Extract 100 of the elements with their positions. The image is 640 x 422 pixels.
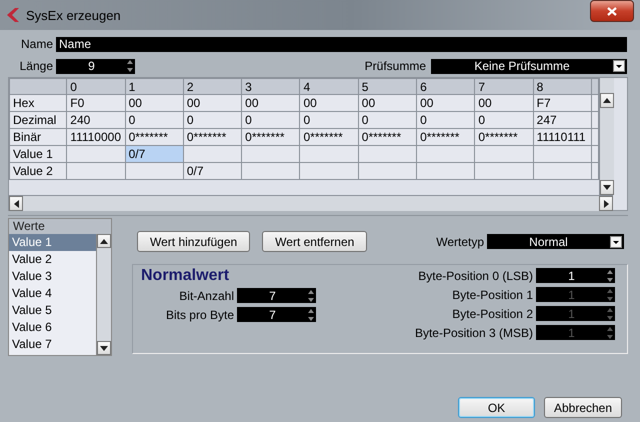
field-label: Bit-Anzahl	[179, 288, 235, 302]
panel-heading: Normalwert	[141, 267, 230, 286]
column-header[interactable]: 4	[300, 78, 358, 94]
close-icon	[607, 6, 617, 16]
table-cell[interactable]: 0	[358, 112, 417, 128]
field-label: Byte-Position 1	[452, 288, 534, 302]
length-field[interactable]: 9	[56, 58, 135, 74]
number-field[interactable]: 7	[237, 288, 316, 303]
table-cell[interactable]: 0/7	[183, 162, 242, 180]
field-label: Byte-Position 0 (LSB)	[418, 268, 534, 282]
table-cell[interactable]: F0	[66, 94, 126, 112]
value-type-dropdown[interactable]: Normal	[487, 234, 624, 249]
table-cell[interactable]	[242, 162, 300, 180]
add-value-button[interactable]: Wert hinzufügen	[137, 231, 250, 252]
values-list[interactable]: Werte Value 1 Value 2 Value 3 Value 4 Value 5 Value 6 Value 7	[8, 218, 112, 356]
checksum-label: Prüfsumme	[364, 59, 427, 73]
table-cell[interactable]: 0*******	[474, 128, 534, 146]
table-cell[interactable]: 0	[474, 112, 534, 128]
scroll-down-icon[interactable]	[100, 346, 108, 350]
scroll-right-icon[interactable]	[604, 200, 608, 208]
table-cell[interactable]	[416, 146, 475, 162]
table-cell[interactable]: 0/7	[125, 146, 184, 162]
table-cell[interactable]: 0*******	[416, 128, 475, 146]
column-header[interactable]: 5	[358, 78, 417, 94]
list-item[interactable]: Value 1	[9, 234, 96, 251]
column-header[interactable]: 2	[183, 78, 242, 94]
table-cell[interactable]: 240	[66, 112, 126, 128]
table-cell[interactable]	[358, 146, 417, 162]
horizontal-scrollbar[interactable]	[9, 195, 613, 211]
table-cell[interactable]	[183, 146, 242, 162]
number-field[interactable]: 1	[536, 268, 615, 283]
list-item[interactable]: Value 3	[9, 268, 96, 285]
table-cell[interactable]	[533, 146, 592, 162]
table-cell[interactable]: 247	[533, 112, 592, 128]
cancel-button[interactable]: Abbrechen	[544, 397, 622, 418]
table-cell[interactable]	[474, 162, 534, 180]
spin-arrows-icon[interactable]	[127, 59, 133, 73]
table-cell[interactable]: 00	[183, 94, 242, 112]
table-cell[interactable]: 00	[474, 94, 534, 112]
table-cell[interactable]: 00	[300, 94, 358, 112]
list-item[interactable]: Value 5	[9, 302, 96, 319]
app-logo-icon	[6, 7, 20, 23]
column-header[interactable]: 7	[474, 78, 534, 94]
vertical-scrollbar[interactable]	[599, 78, 614, 195]
table-cell[interactable]	[66, 162, 126, 180]
table-cell[interactable]: 11110000	[66, 128, 126, 146]
column-header[interactable]: 6	[416, 78, 475, 94]
field-label: Bits pro Byte	[166, 308, 235, 322]
table-cell[interactable]	[358, 162, 417, 180]
column-header[interactable]: 0	[66, 78, 126, 94]
number-field[interactable]: 7	[237, 307, 316, 322]
scroll-up-icon[interactable]	[603, 98, 611, 103]
spin-arrows-icon[interactable]	[308, 308, 314, 322]
table-cell[interactable]: 0*******	[242, 128, 300, 146]
ok-button[interactable]: OK	[458, 397, 535, 418]
list-item[interactable]: Value 4	[9, 285, 96, 302]
list-item[interactable]: Value 6	[9, 319, 96, 336]
scroll-up-icon[interactable]	[100, 238, 108, 244]
table-cell[interactable]: 0	[125, 112, 184, 128]
list-scrollbar[interactable]	[96, 234, 111, 355]
column-header[interactable]: 1	[125, 78, 184, 94]
table-cell[interactable]: 0	[300, 112, 358, 128]
table-cell[interactable]	[66, 146, 126, 162]
column-header[interactable]: 8	[533, 78, 592, 94]
checksum-dropdown[interactable]: Keine Prüfsumme	[431, 58, 627, 74]
table-cell[interactable]	[533, 162, 592, 180]
table-cell[interactable]	[242, 146, 300, 162]
row-header: Value 1	[10, 146, 67, 162]
name-field[interactable]: Name	[56, 36, 627, 52]
list-item[interactable]: Value 7	[9, 336, 96, 353]
scroll-left-icon[interactable]	[14, 200, 18, 208]
table-cell[interactable]: 00	[416, 94, 475, 112]
row-header: Hex	[10, 94, 67, 112]
close-button[interactable]	[590, 0, 634, 22]
table-cell[interactable]: 0	[242, 112, 300, 128]
row-header: Value 2	[10, 162, 67, 180]
column-header[interactable]: 3	[242, 78, 300, 94]
table-cell[interactable]: 11110111	[533, 128, 592, 146]
spin-arrows-icon[interactable]	[308, 288, 314, 302]
table-cell[interactable]: 0	[183, 112, 242, 128]
table-cell[interactable]: 0	[416, 112, 475, 128]
table-cell[interactable]: 00	[125, 94, 184, 112]
table-cell[interactable]	[300, 162, 358, 180]
spin-arrows-icon[interactable]	[607, 268, 613, 282]
row-header: Binär	[10, 128, 67, 146]
table-cell[interactable]: 0*******	[358, 128, 417, 146]
table-cell[interactable]	[474, 146, 534, 162]
table-cell[interactable]: 00	[358, 94, 417, 112]
remove-value-button[interactable]: Wert entfernen	[262, 231, 368, 252]
table-cell[interactable]: 0*******	[300, 128, 358, 146]
list-item[interactable]: Value 2	[9, 251, 96, 268]
table-cell[interactable]	[125, 162, 184, 180]
table-cell[interactable]	[300, 146, 358, 162]
table-cell[interactable]: F7	[533, 94, 592, 112]
table-cell[interactable]	[416, 162, 475, 180]
table-cell[interactable]: 0*******	[183, 128, 242, 146]
scroll-down-icon[interactable]	[603, 185, 611, 190]
table-cell[interactable]: 00	[242, 94, 300, 112]
length-label: Länge	[18, 59, 54, 73]
table-cell[interactable]: 0*******	[125, 128, 184, 146]
